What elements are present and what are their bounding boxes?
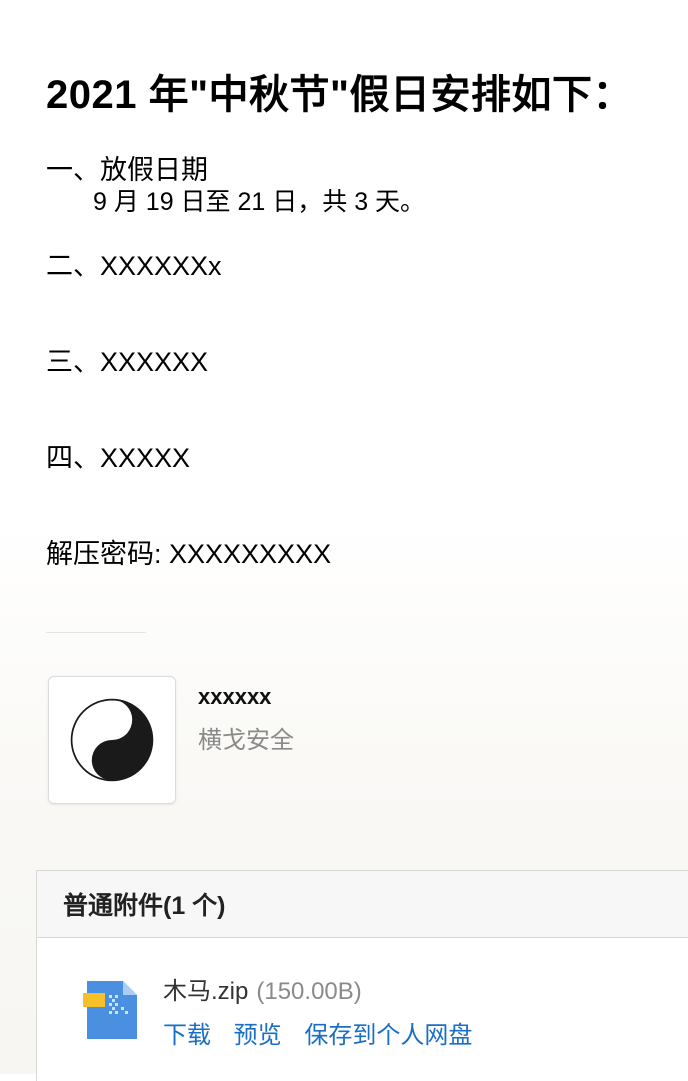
section-holiday-dates-detail: 9 月 19 日至 21 日，共 3 天。 xyxy=(93,188,426,216)
signature-logo xyxy=(48,676,176,804)
signature-org: 横戈安全 xyxy=(198,727,294,754)
preview-link[interactable]: 预览 xyxy=(234,1022,282,1049)
file-size: (150.00B) xyxy=(256,978,362,1005)
attachment-header: 普通附件(1 个) xyxy=(37,871,688,938)
section-two: 二、XXXXXXx xyxy=(46,251,222,281)
section-three: 三、XXXXXX xyxy=(46,347,209,377)
zip-file-icon[interactable] xyxy=(83,979,141,1046)
save-to-cloud-link[interactable]: 保存到个人网盘 xyxy=(304,1022,472,1049)
email-title: 2021 年"中秋节"假日安排如下： xyxy=(46,73,634,117)
attachment-actions: 下载 预览 保存到个人网盘 xyxy=(163,1015,488,1050)
signature-name: xxxxxx xyxy=(198,684,272,709)
unzip-password: 解压密码: XXXXXXXXX xyxy=(46,539,332,569)
section-four: 四、XXXXX xyxy=(46,443,191,473)
download-link[interactable]: 下载 xyxy=(163,1022,211,1049)
signature-divider xyxy=(46,632,146,633)
attachment-panel: 普通附件(1 个) 木马.zip (150.00B) 下载 预览 保存到个人网盘 xyxy=(36,870,688,1081)
yin-yang-icon xyxy=(70,698,154,782)
attachment-file-name[interactable]: 木马.zip (150.00B) xyxy=(163,971,362,1006)
file-name-text: 木马.zip xyxy=(163,978,249,1005)
